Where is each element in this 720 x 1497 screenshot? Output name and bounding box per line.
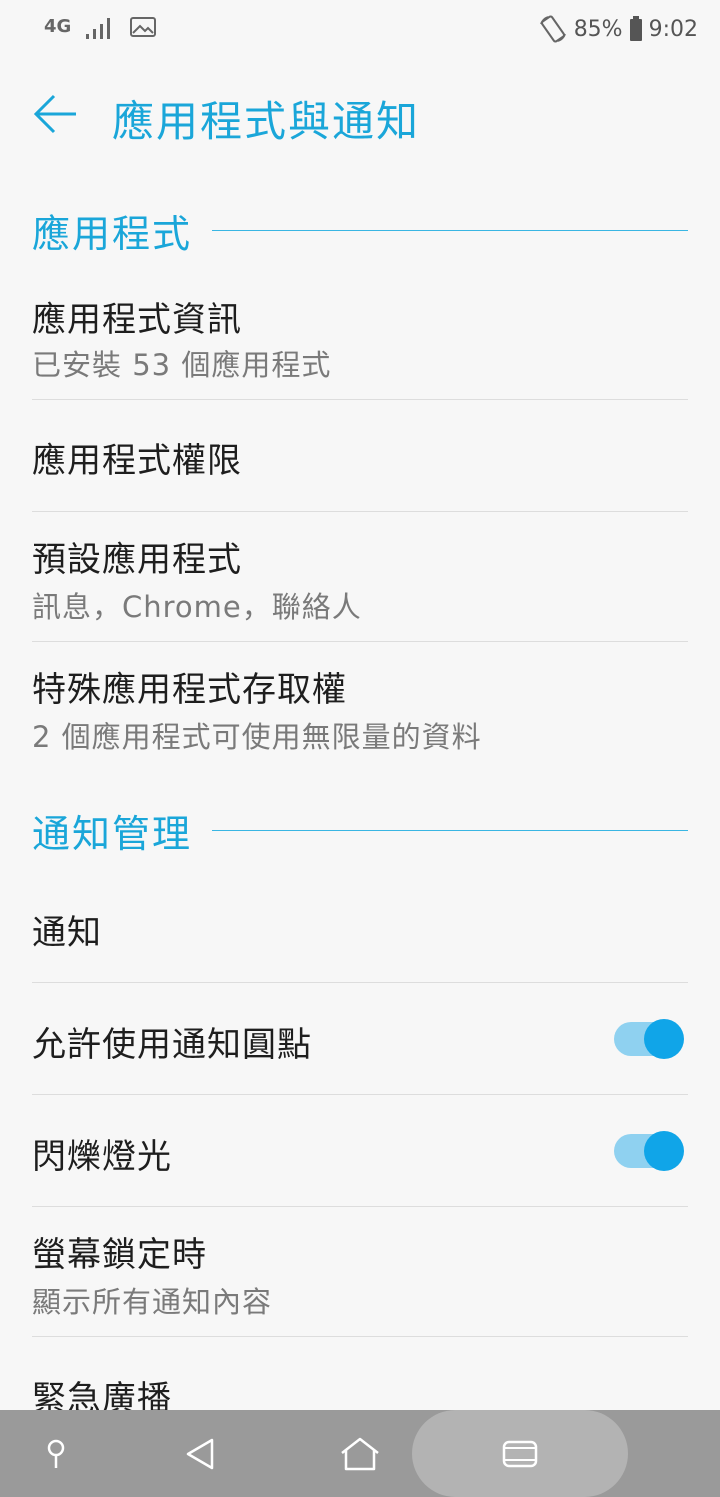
section-header-apps: 應用程式 [32, 200, 688, 260]
section-title-apps: 應用程式 [32, 211, 193, 256]
back-button[interactable] [28, 86, 84, 142]
item-title: 預設應用程式 [32, 540, 242, 580]
auto-rotate-icon [539, 15, 566, 43]
notification-dots-toggle[interactable] [614, 1018, 686, 1060]
item-title: 應用程式權限 [32, 441, 242, 481]
home-icon [341, 1437, 379, 1470]
emergency-broadcast-item[interactable]: 緊急廣播 [32, 1337, 688, 1410]
battery-percent: 85% [573, 16, 623, 42]
section-header-notifications: 通知管理 [32, 800, 688, 860]
blink-light-toggle[interactable] [614, 1130, 686, 1172]
section-title-notifications: 通知管理 [32, 811, 193, 856]
app-permissions-item[interactable]: 應用程式權限 [32, 400, 688, 512]
item-title: 緊急廣播 [32, 1379, 172, 1410]
back-icon [186, 1438, 214, 1469]
notification-dots-item[interactable]: 允許使用通知圓點 [32, 983, 688, 1095]
item-title: 螢幕鎖定時 [32, 1235, 207, 1275]
item-subtitle: 已安裝 53 個應用程式 [32, 348, 332, 382]
status-left: 4G [44, 14, 157, 40]
item-subtitle: 顯示所有通知內容 [32, 1285, 273, 1319]
image-notification-icon [130, 17, 157, 37]
toggle-thumb [644, 1019, 684, 1059]
nav-back-button[interactable] [164, 1410, 236, 1497]
item-title: 閃爍燈光 [32, 1137, 172, 1177]
page-title: 應用程式與通知 [112, 97, 421, 146]
recents-icon [502, 1440, 538, 1467]
app-bar: 應用程式與通知 [0, 60, 720, 176]
blink-light-item[interactable]: 閃爍燈光 [32, 1095, 688, 1207]
arrow-left-icon [33, 94, 76, 134]
item-subtitle: 訊息，Chrome，聯絡人 [32, 590, 362, 624]
clock: 9:02 [648, 16, 698, 42]
navigation-bar [0, 1410, 720, 1497]
section-divider [212, 829, 688, 831]
lock-screen-item[interactable]: 螢幕鎖定時 顯示所有通知內容 [32, 1207, 688, 1337]
item-title: 應用程式資訊 [32, 300, 242, 340]
nav-recents-button[interactable] [482, 1410, 558, 1497]
status-bar: 4G 85% 9:02 [0, 0, 720, 60]
special-app-access-item[interactable]: 特殊應用程式存取權 2 個應用程式可使用無限量的資料 [32, 642, 688, 772]
app-info-item[interactable]: 應用程式資訊 已安裝 53 個應用程式 [32, 278, 688, 400]
item-title: 通知 [32, 913, 102, 953]
battery-icon [629, 16, 642, 41]
search-button[interactable] [20, 1410, 92, 1497]
network-type: 4G [44, 16, 72, 37]
section-divider [212, 229, 688, 231]
item-subtitle: 2 個應用程式可使用無限量的資料 [32, 720, 482, 754]
toggle-thumb [644, 1131, 684, 1171]
search-icon [47, 1439, 65, 1468]
item-title: 特殊應用程式存取權 [32, 670, 347, 710]
status-right: 85% 9:02 [538, 14, 698, 44]
default-apps-item[interactable]: 預設應用程式 訊息，Chrome，聯絡人 [32, 512, 688, 642]
signal-icon [86, 18, 111, 39]
item-title: 允許使用通知圓點 [32, 1025, 312, 1065]
notifications-item[interactable]: 通知 [32, 870, 688, 983]
nav-home-button[interactable] [322, 1410, 398, 1497]
